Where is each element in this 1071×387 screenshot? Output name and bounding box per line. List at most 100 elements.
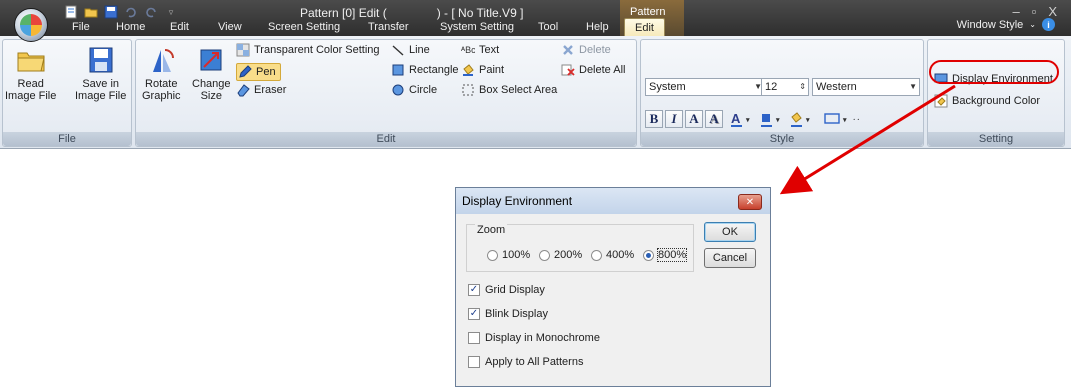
line-button[interactable]: Line [391, 43, 430, 57]
zoom-group: Zoom 100% 200% 400% 800% [466, 224, 694, 272]
grid-display-checkbox[interactable]: ✓ Grid Display [468, 284, 545, 296]
app-logo-icon [20, 14, 42, 36]
eraser-button[interactable]: Eraser [236, 83, 286, 97]
tab-home[interactable]: Home [116, 18, 145, 36]
tab-transfer[interactable]: Transfer [368, 18, 409, 36]
svg-text:▾: ▾ [745, 116, 750, 124]
border-style-icon: ▾ · · [824, 113, 859, 124]
tab-view[interactable]: View [218, 18, 242, 36]
close-button[interactable]: X [1048, 4, 1057, 19]
border-style-button[interactable]: ▾ · · [823, 110, 871, 128]
rotate-graphic-button[interactable]: Rotate Graphic [142, 44, 181, 102]
tab-file[interactable]: File [72, 18, 90, 36]
background-color-button[interactable]: Background Color [934, 94, 1040, 108]
paint-color-icon: ▾ [791, 112, 810, 127]
charset-select[interactable]: Western ▼ [812, 78, 920, 96]
help-info-icon[interactable]: i [1042, 18, 1055, 31]
apply-all-patterns-checkbox[interactable]: Apply to All Patterns [468, 356, 583, 368]
undo-icon[interactable] [124, 5, 138, 19]
paint-button[interactable]: Paint [461, 63, 504, 77]
ok-button[interactable]: OK [704, 222, 756, 242]
zoom-radio-200[interactable]: 200% [539, 249, 582, 261]
zoom-radio-100[interactable]: 100% [487, 249, 530, 261]
ribbon-group-edit: Rotate Graphic Change Size Transparent C… [135, 39, 637, 147]
transparent-color-setting-button[interactable]: Transparent Color Setting [236, 43, 380, 57]
bold-button[interactable]: B [645, 110, 663, 128]
text-button[interactable]: ᴬBc Text [461, 43, 499, 57]
highlight-circle [929, 60, 1059, 84]
font-name-select[interactable]: System ▼ [645, 78, 765, 96]
font-size-stepper[interactable]: 12 ⇕ [761, 78, 809, 96]
radio-button[interactable] [591, 249, 602, 261]
save-icon[interactable] [104, 5, 118, 19]
zoom-option-label: 400% [606, 249, 635, 261]
checkbox-unchecked[interactable] [468, 332, 480, 344]
paint-bucket-icon [463, 64, 474, 76]
redo-icon[interactable] [144, 5, 158, 19]
font-name-value: System [649, 81, 686, 93]
box-select-area-button[interactable]: Box Select Area [461, 83, 557, 97]
tab-help[interactable]: Help [586, 18, 609, 36]
delete-all-button[interactable]: Delete All [561, 63, 625, 77]
minimize-button[interactable]: – [1012, 4, 1019, 19]
tab-system-setting[interactable]: System Setting [440, 18, 514, 36]
pen-button[interactable]: Pen [236, 63, 281, 81]
svg-text:▾: ▾ [842, 116, 847, 124]
maximize-button[interactable]: ▫ [1032, 4, 1037, 19]
monochrome-checkbox[interactable]: Display in Monochrome [468, 332, 600, 344]
chevron-down-icon: ▼ [909, 82, 917, 91]
zoom-radio-800[interactable]: 800% [643, 248, 688, 262]
save-in-image-file-button[interactable]: Save in Image File [75, 44, 126, 102]
radio-button-selected[interactable] [643, 249, 654, 261]
radio-button[interactable] [539, 249, 550, 261]
change-size-icon [200, 49, 222, 71]
read-image-file-button[interactable]: Read Image File [5, 44, 56, 102]
boxed-text-button[interactable]: A [685, 110, 703, 128]
save-in-image-file-label: Save in Image File [75, 78, 127, 102]
radio-button[interactable] [487, 249, 498, 261]
paint-color-button[interactable]: ▾ [789, 110, 819, 128]
application-menu-button[interactable] [14, 8, 48, 42]
change-size-label: Change Size [192, 78, 231, 102]
font-color-button[interactable]: A ▾ [729, 110, 757, 128]
svg-text:▾: ▾ [805, 116, 810, 124]
checkbox-checked[interactable]: ✓ [468, 308, 480, 320]
cancel-button[interactable]: Cancel [704, 248, 756, 268]
rotate-graphic-label: Rotate Graphic [142, 78, 181, 102]
tab-edit[interactable]: Edit [170, 18, 189, 36]
tab-tool[interactable]: Tool [538, 18, 558, 36]
rectangle-button[interactable]: Rectangle [391, 63, 459, 77]
read-image-file-label: Read Image File [5, 78, 57, 102]
checkbox-unchecked[interactable] [468, 356, 480, 368]
charset-value: Western [816, 81, 857, 93]
svg-text:· ·: · · [853, 116, 859, 124]
shadow-text-button[interactable]: A [705, 110, 723, 128]
zoom-radio-400[interactable]: 400% [591, 249, 634, 261]
grid-display-label: Grid Display [485, 284, 545, 296]
tab-pattern-edit[interactable]: Edit [624, 18, 665, 37]
dialog-close-button[interactable]: ✕ [738, 194, 762, 210]
new-file-icon[interactable] [64, 5, 78, 19]
checkbox-checked[interactable]: ✓ [468, 284, 480, 296]
fill-color-button[interactable]: ▾ [759, 110, 787, 128]
zoom-label: Zoom [475, 224, 508, 236]
tab-screen-setting[interactable]: Screen Setting [268, 18, 340, 36]
change-size-button[interactable]: Change Size [192, 44, 231, 102]
blink-display-checkbox[interactable]: ✓ Blink Display [468, 308, 548, 320]
ribbon-group-setting: Display Environment Background Color Set… [927, 39, 1065, 147]
delete-button[interactable]: Delete [561, 43, 611, 57]
box-select-icon [462, 84, 474, 96]
apply-all-patterns-label: Apply to All Patterns [485, 356, 584, 368]
fill-color-icon: ▾ [761, 114, 780, 127]
open-folder-icon[interactable] [84, 5, 98, 19]
blink-display-label: Blink Display [485, 308, 548, 320]
customize-qat-icon[interactable]: ▿ [164, 5, 178, 19]
window-style-menu[interactable]: Window Style ⌄ i [957, 18, 1055, 31]
box-select-area-label: Box Select Area [479, 84, 558, 96]
window-controls: – ▫ X [1012, 4, 1057, 19]
save-disk-icon [89, 47, 113, 73]
zoom-option-label: 200% [554, 249, 583, 261]
italic-button[interactable]: I [665, 110, 683, 128]
text-label: Text [479, 44, 500, 56]
circle-button[interactable]: Circle [391, 83, 437, 97]
